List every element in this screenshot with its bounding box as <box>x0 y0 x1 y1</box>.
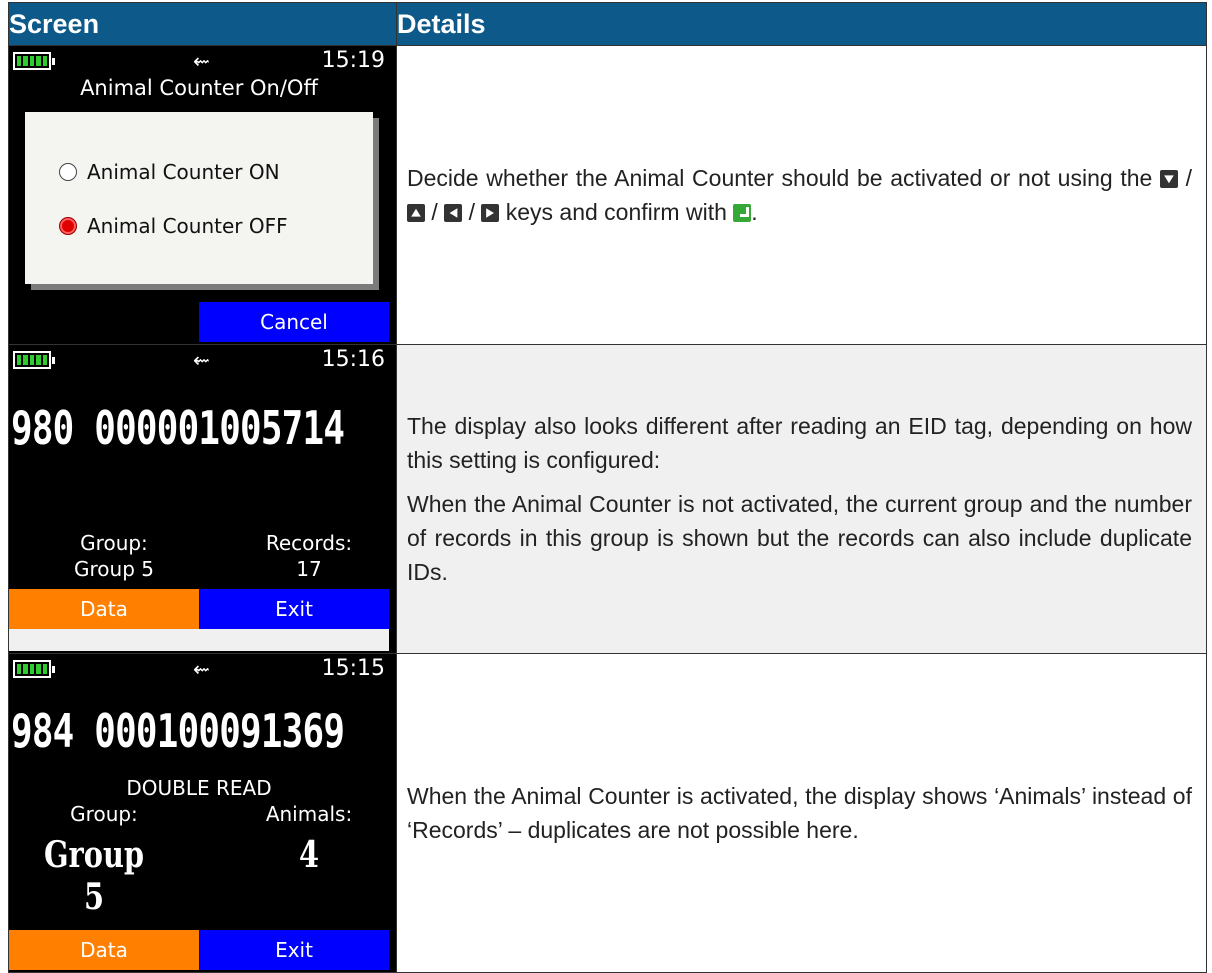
device-screen: ⇜ 15:15 984 000100091369 DOUBLE READ Gro… <box>9 654 389 970</box>
details-text-a: Decide whether the Animal Counter should… <box>407 165 1153 191</box>
separator: / <box>468 199 475 225</box>
usb-icon: ⇜ <box>193 657 210 681</box>
status-bar: ⇜ 15:19 <box>9 46 389 80</box>
screen-cell: ⇜ 15:15 984 000100091369 DOUBLE READ Gro… <box>8 653 397 973</box>
instruction-table: Screen Details ⇜ 15:19 Animal Counter On… <box>8 2 1207 973</box>
up-key-icon <box>407 204 425 222</box>
option-off[interactable]: Animal Counter OFF <box>59 214 288 238</box>
usb-icon: ⇜ <box>193 49 210 73</box>
table-row: ⇜ 15:16 980 000001005714 Group: Group 5 … <box>8 344 1207 654</box>
clock: 15:19 <box>321 48 385 73</box>
details-text: When the Animal Counter is not activated… <box>407 491 1192 585</box>
screen-cell: ⇜ 15:16 980 000001005714 Group: Group 5 … <box>8 344 397 654</box>
details-cell: Decide whether the Animal Counter should… <box>396 45 1207 345</box>
softkey-bar: Data Exit <box>9 589 389 629</box>
table-row: ⇜ 15:15 984 000100091369 DOUBLE READ Gro… <box>8 653 1207 973</box>
battery-icon <box>13 52 55 70</box>
group-value: Group 5 <box>43 834 145 918</box>
details-cell: The display also looks different after r… <box>396 344 1207 654</box>
data-button[interactable]: Data <box>9 930 199 970</box>
radio-on-icon <box>59 217 77 235</box>
option-off-label: Animal Counter OFF <box>87 214 288 238</box>
usb-icon: ⇜ <box>193 348 210 372</box>
exit-button[interactable]: Exit <box>199 589 389 629</box>
battery-icon <box>13 351 55 369</box>
separator: / <box>1185 165 1193 191</box>
clock: 15:15 <box>321 656 385 681</box>
separator: / <box>431 199 438 225</box>
records-label: Records: <box>265 531 353 555</box>
details-text: The display also looks different after r… <box>407 413 1192 473</box>
records-value: 17 <box>296 557 322 581</box>
double-read-status: DOUBLE READ <box>126 776 272 800</box>
header-details: Details <box>396 2 1207 46</box>
details-end: . <box>751 199 758 225</box>
details-text: When the Animal Counter is activated, th… <box>407 783 1192 843</box>
table-row: ⇜ 15:19 Animal Counter On/Off Animal Cou… <box>8 45 1207 345</box>
details-cell: When the Animal Counter is activated, th… <box>396 653 1207 973</box>
option-on[interactable]: Animal Counter ON <box>59 160 280 184</box>
screen-cell: ⇜ 15:19 Animal Counter On/Off Animal Cou… <box>8 45 397 345</box>
animals-value: 4 <box>298 834 320 876</box>
option-on-label: Animal Counter ON <box>87 160 280 184</box>
cancel-button[interactable]: Cancel <box>199 302 389 342</box>
clock: 15:16 <box>321 347 385 372</box>
eid-number: 980 000001005714 <box>11 401 345 455</box>
softkey-bar: Data Exit <box>9 930 389 970</box>
battery-icon <box>13 660 55 678</box>
group-value: Group 5 <box>74 557 154 581</box>
table-header: Screen Details <box>8 2 1207 46</box>
radio-off-icon <box>59 163 77 181</box>
right-key-icon <box>481 204 500 222</box>
group-label: Group: <box>80 531 148 555</box>
softkey-bar: Cancel <box>9 302 389 342</box>
exit-button[interactable]: Exit <box>199 930 389 970</box>
left-key-icon <box>444 204 463 222</box>
option-dialog: Animal Counter ON Animal Counter OFF <box>25 112 373 284</box>
header-screen: Screen <box>8 2 397 46</box>
details-text-b: keys and confirm with <box>505 199 727 225</box>
device-screen: ⇜ 15:19 Animal Counter On/Off Animal Cou… <box>9 46 389 342</box>
enter-key-icon <box>733 204 752 222</box>
data-button[interactable]: Data <box>9 589 199 629</box>
group-label: Group: <box>70 802 138 826</box>
status-bar: ⇜ 15:16 <box>9 345 389 379</box>
animals-label: Animals: <box>265 802 353 826</box>
status-bar: ⇜ 15:15 <box>9 654 389 688</box>
details-text: Decide whether the Animal Counter should… <box>407 161 1192 229</box>
device-screen: ⇜ 15:16 980 000001005714 Group: Group 5 … <box>9 345 389 651</box>
eid-number: 984 000100091369 <box>11 704 345 758</box>
down-key-icon <box>1159 170 1178 188</box>
